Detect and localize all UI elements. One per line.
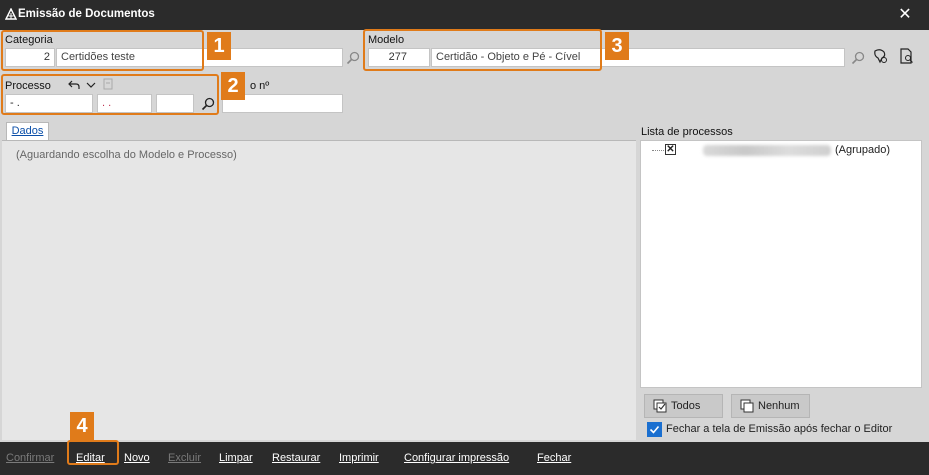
process-list-label: Lista de processos — [641, 126, 733, 138]
callout-box-1 — [1, 30, 204, 71]
imprimir-button[interactable]: Imprimir — [339, 449, 379, 467]
select-all-button[interactable]: Todos — [644, 394, 723, 418]
close-window-button[interactable]: ✕ — [893, 4, 917, 26]
waiting-message: (Aguardando escolha do Modelo e Processo… — [16, 149, 237, 161]
select-all-label: Todos — [671, 400, 701, 412]
callout-badge-2: 2 — [221, 72, 245, 100]
configurar-impressao-button[interactable]: Configurar impressão — [404, 449, 509, 467]
callout-box-2 — [1, 74, 219, 115]
process-list[interactable] — [640, 140, 922, 388]
callout-badge-1: 1 — [207, 32, 231, 60]
app-logo-icon — [5, 8, 17, 20]
novo-button[interactable]: Novo — [124, 449, 150, 467]
window-title: Emissão de Documentos — [18, 8, 155, 20]
process-item-name-redacted — [703, 145, 831, 156]
modelo-search-icon[interactable] — [850, 50, 866, 66]
select-none-label: Nenhum — [758, 400, 800, 412]
close-after-editor-checkbox[interactable] — [647, 422, 662, 437]
callout-box-4 — [67, 440, 119, 465]
process-item-label: (Agrupado) — [835, 144, 891, 156]
uncheck-all-icon — [740, 399, 754, 413]
checkmark-icon — [649, 425, 660, 434]
callout-badge-3: 3 — [605, 32, 629, 60]
dados-panel — [2, 140, 636, 440]
categoria-search-icon[interactable] — [345, 50, 361, 66]
tree-connector — [652, 150, 666, 151]
tab-dados[interactable]: Dados — [6, 122, 49, 140]
excluir-button[interactable]: Excluir — [168, 449, 201, 467]
restaurar-button[interactable]: Restaurar — [272, 449, 320, 467]
check-all-icon — [653, 399, 667, 413]
select-none-button[interactable]: Nenhum — [731, 394, 810, 418]
confirmar-button[interactable]: Confirmar — [6, 449, 54, 467]
fechar-button[interactable]: Fechar — [537, 449, 571, 467]
numero-label: o nº — [250, 80, 270, 92]
process-item-checkbox[interactable]: ✕ — [665, 144, 676, 155]
close-after-editor-label[interactable]: Fechar a tela de Emissão após fechar o E… — [666, 423, 892, 435]
callout-box-3 — [363, 29, 602, 71]
callout-badge-4: 4 — [70, 412, 94, 440]
limpar-button[interactable]: Limpar — [219, 449, 253, 467]
model-filter-icon[interactable] — [872, 48, 888, 64]
model-document-search-icon[interactable] — [898, 48, 914, 64]
close-icon: ✕ — [898, 6, 912, 23]
